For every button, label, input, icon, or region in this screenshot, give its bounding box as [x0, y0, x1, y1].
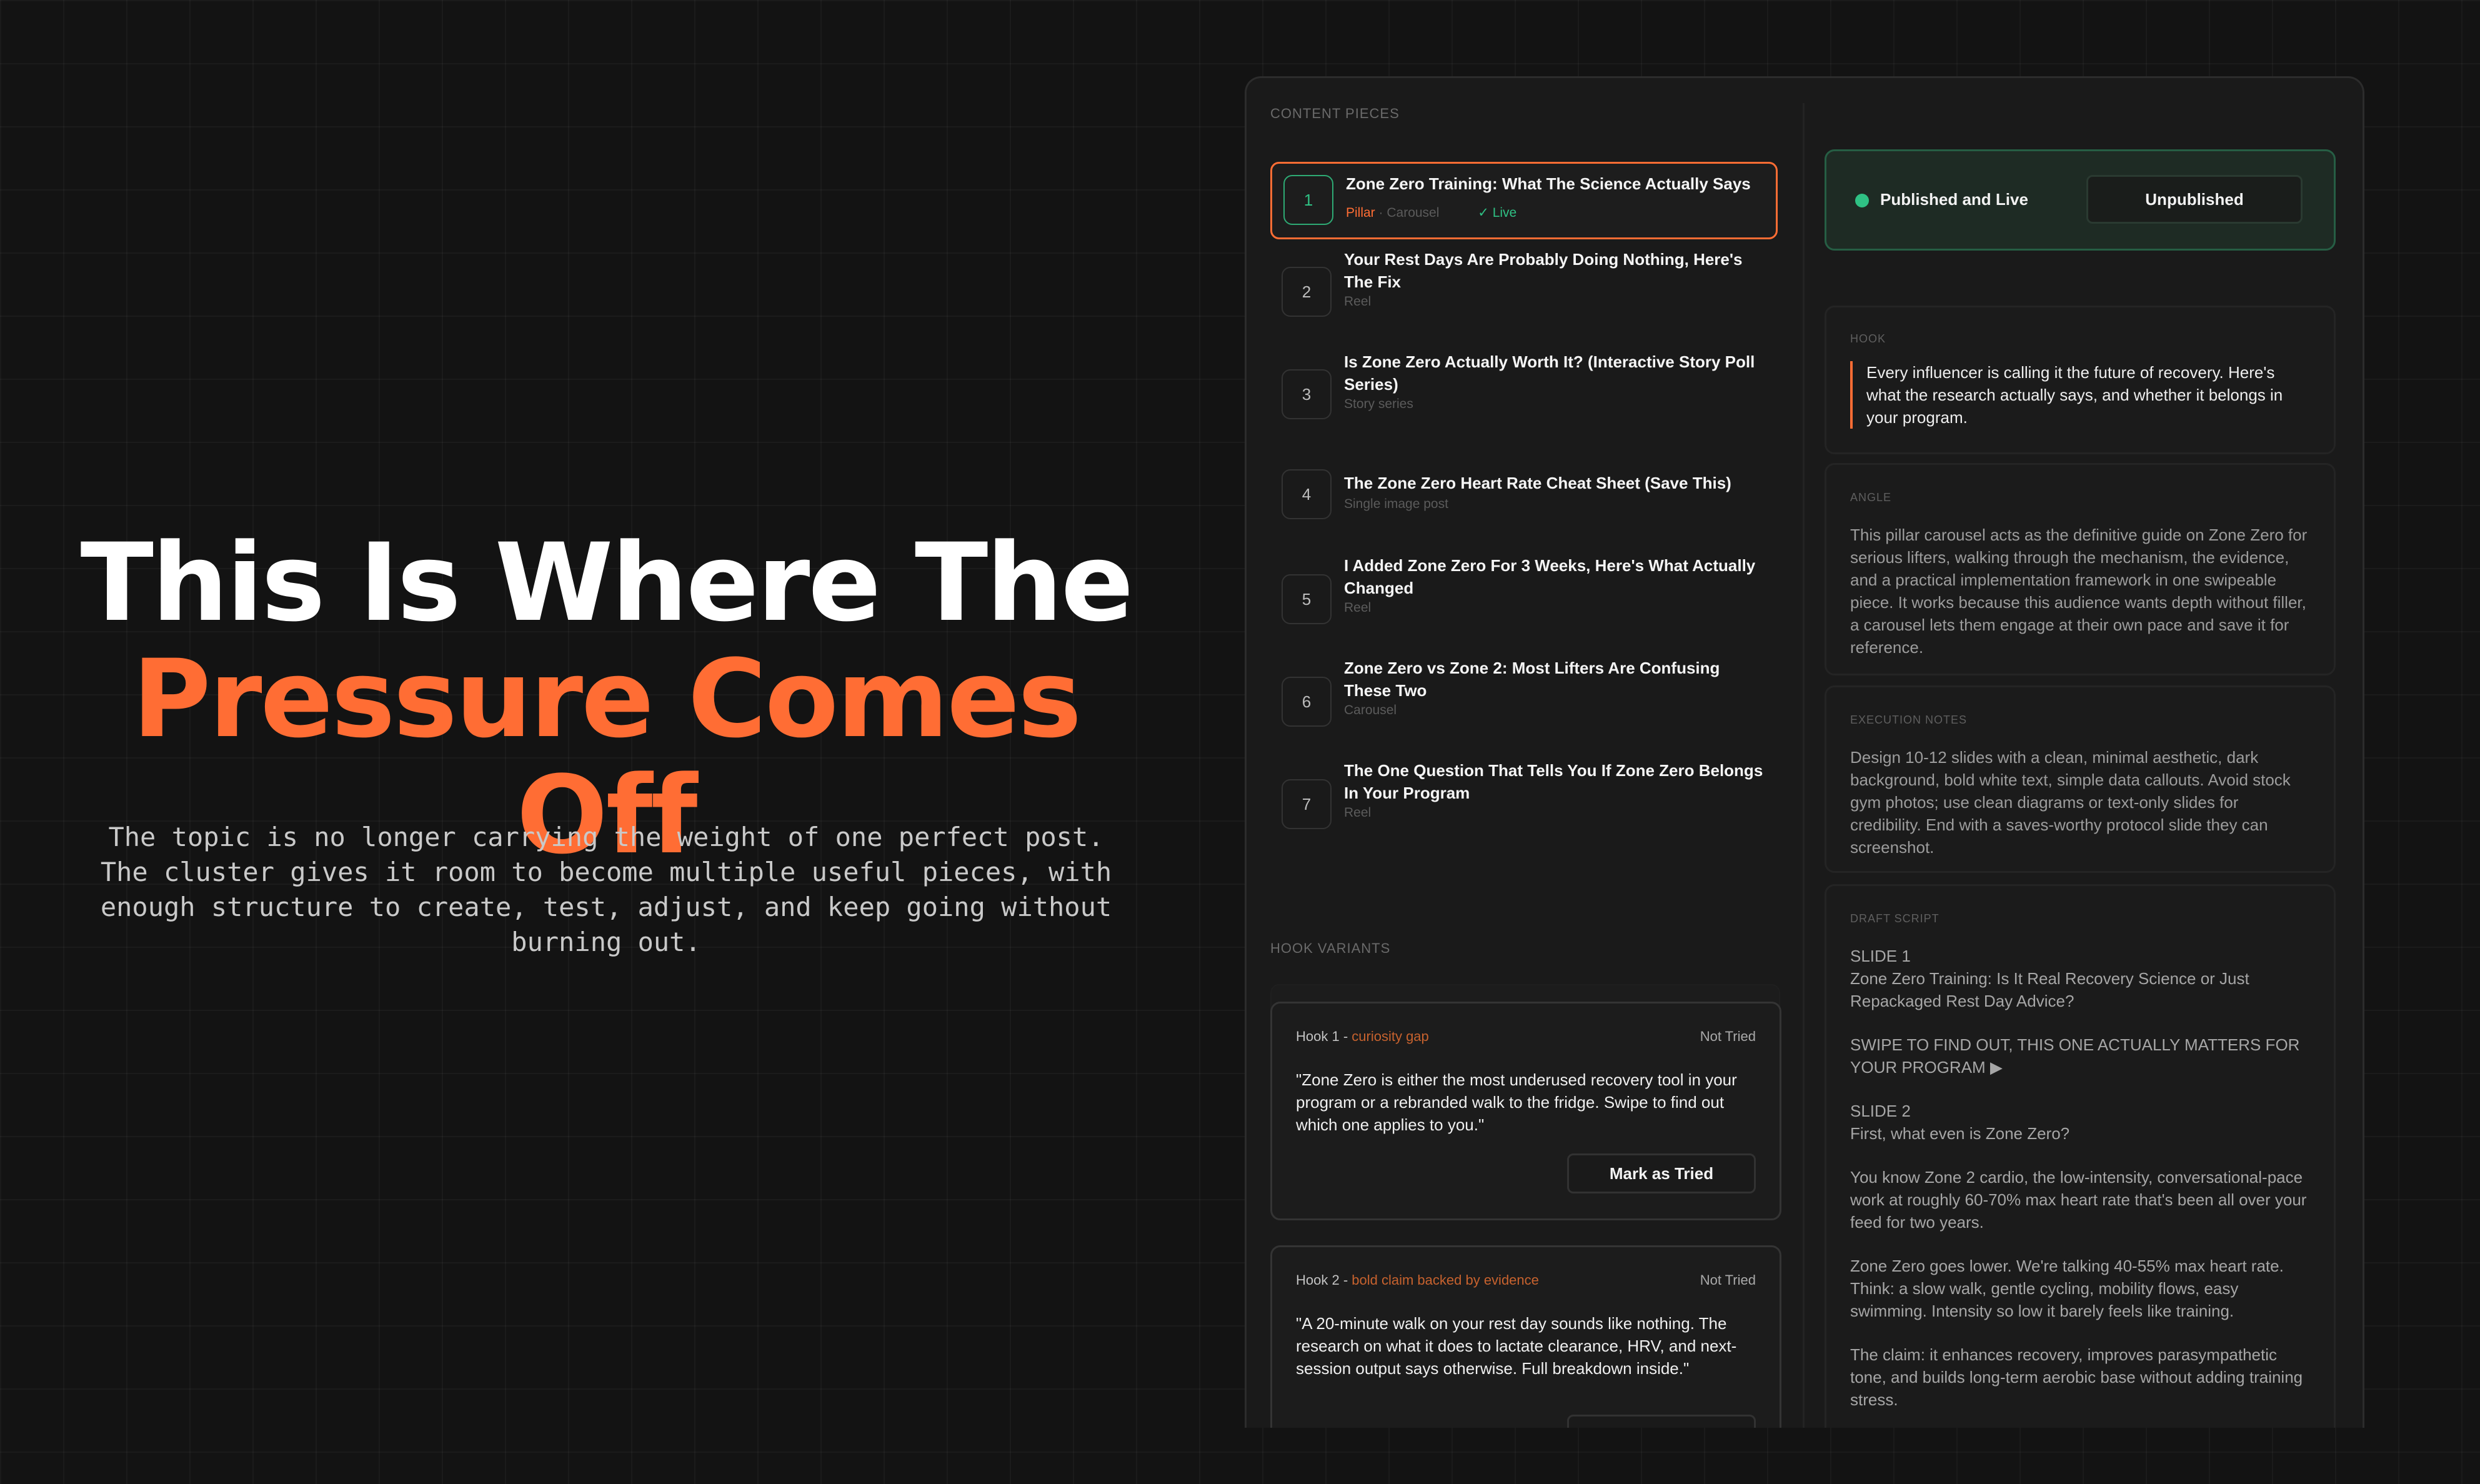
angle-card: ANGLE This pillar carousel acts as the d… — [1825, 463, 2336, 675]
execution-notes-label: EXECUTION NOTES — [1850, 714, 1968, 726]
live-status: ✓ Live — [1478, 206, 1517, 220]
check-icon: ✓ — [1478, 206, 1489, 220]
content-pieces-list: 1 Zone Zero Training: What The Science A… — [1270, 162, 1778, 849]
unpublish-button[interactable]: Unpublished — [2086, 175, 2303, 224]
script-paragraph: You know Zone 2 cardio, the low-intensit… — [1850, 1168, 2307, 1232]
hook-variant-status: Not Tried — [1700, 1272, 1756, 1288]
content-pieces-label: CONTENT PIECES — [1270, 106, 1400, 121]
script-paragraph: SWIPE TO FIND OUT, THIS ONE ACTUALLY MAT… — [1850, 1035, 2300, 1077]
hook-variant-card-1: Hook 1 - curiosity gap Not Tried "Zone Z… — [1270, 1002, 1781, 1220]
content-piece-6[interactable]: 6 Zone Zero vs Zone 2: Most Lifters Are … — [1270, 644, 1778, 744]
content-piece-5[interactable]: 5 I Added Zone Zero For 3 Weeks, Here's … — [1270, 542, 1778, 642]
piece-meta: Pillar · Carousel ✓ Live — [1346, 206, 1517, 220]
content-piece-4[interactable]: 4 The Zone Zero Heart Rate Cheat Sheet (… — [1270, 446, 1778, 539]
publish-status-text: Published and Live — [1880, 190, 2028, 209]
script-paragraph: Zone Zero goes lower. We're talking 40-5… — [1850, 1257, 2284, 1320]
hero-section: This Is Where The Pressure Comes Off The… — [0, 0, 1212, 1484]
hero-title-line1: This Is Where The — [80, 520, 1134, 645]
hook-variant-card-2: Hook 2 - bold claim backed by evidence N… — [1270, 1245, 1781, 1428]
piece-title: Zone Zero Training: What The Science Act… — [1346, 174, 1751, 193]
content-piece-1[interactable]: 1 Zone Zero Training: What The Science A… — [1270, 162, 1778, 239]
piece-type: Single image post — [1344, 497, 1448, 511]
piece-type: Story series — [1344, 397, 1413, 411]
script-paragraph: The claim: it enhances recovery, improve… — [1850, 1345, 2303, 1409]
piece-number: 4 — [1282, 469, 1332, 519]
piece-detail-column: Published and Live Unpublished HOOK Ever… — [1805, 78, 2363, 1428]
piece-type: Reel — [1344, 294, 1372, 309]
hook-variant-heading: Hook 1 - curiosity gap — [1296, 1028, 1429, 1044]
hook-variant-tag: curiosity gap — [1352, 1028, 1429, 1044]
piece-number: 5 — [1282, 574, 1332, 624]
piece-type: Reel — [1344, 805, 1372, 820]
pillar-tag: Pillar — [1346, 206, 1375, 220]
piece-number: 1 — [1283, 175, 1333, 225]
hook-variant-text: "Zone Zero is either the most underused … — [1296, 1070, 1737, 1134]
piece-number: 7 — [1282, 779, 1332, 829]
hook-label: HOOK — [1850, 332, 1886, 345]
piece-number: 3 — [1282, 369, 1332, 419]
piece-type: Carousel — [1387, 206, 1440, 220]
hook-card: HOOK Every influencer is calling it the … — [1825, 306, 2336, 454]
script-paragraph: SLIDE 1 Zone Zero Training: Is It Real R… — [1850, 947, 2249, 1010]
piece-title: I Added Zone Zero For 3 Weeks, Here's Wh… — [1344, 556, 1756, 597]
draft-script-label: DRAFT SCRIPT — [1850, 912, 1940, 925]
script-paragraph: SLIDE 2 First, what even is Zone Zero? — [1850, 1102, 2070, 1143]
piece-title: Your Rest Days Are Probably Doing Nothin… — [1344, 250, 1743, 291]
live-dot-icon — [1855, 194, 1869, 207]
hook-text: Every influencer is calling it the futur… — [1850, 361, 2309, 429]
piece-title: Zone Zero vs Zone 2: Most Lifters Are Co… — [1344, 659, 1720, 700]
content-piece-3[interactable]: 3 Is Zone Zero Actually Worth It? (Inter… — [1270, 343, 1778, 443]
piece-title: Is Zone Zero Actually Worth It? (Interac… — [1344, 352, 1755, 394]
piece-type: Reel — [1344, 600, 1372, 615]
execution-notes-card: EXECUTION NOTES Design 10-12 slides with… — [1825, 685, 2336, 873]
mark-as-tried-button[interactable]: Mark as Tried — [1567, 1415, 1756, 1428]
piece-number: 2 — [1282, 267, 1332, 317]
content-piece-7[interactable]: 7 The One Question That Tells You If Zon… — [1270, 747, 1778, 847]
piece-title: The One Question That Tells You If Zone … — [1344, 761, 1763, 802]
content-pieces-column: CONTENT PIECES 1 Zone Zero Training: Wha… — [1247, 78, 1803, 1428]
piece-type: Carousel — [1344, 703, 1397, 717]
piece-title: The Zone Zero Heart Rate Cheat Sheet (Sa… — [1344, 474, 1731, 492]
publish-status-box: Published and Live Unpublished — [1825, 149, 2336, 251]
content-piece-2[interactable]: 2 Your Rest Days Are Probably Doing Noth… — [1270, 241, 1778, 341]
hero-subtitle: The topic is no longer carrying the weig… — [100, 822, 1112, 957]
mark-as-tried-button[interactable]: Mark as Tried — [1567, 1153, 1756, 1193]
draft-script-body: SLIDE 1 Zone Zero Training: Is It Real R… — [1850, 945, 2309, 1428]
app-panel: CONTENT PIECES 1 Zone Zero Training: Wha… — [1245, 76, 2364, 1428]
draft-script-card: DRAFT SCRIPT SLIDE 1 Zone Zero Training:… — [1825, 884, 2336, 1428]
hook-variant-text: "A 20-minute walk on your rest day sound… — [1296, 1314, 1737, 1378]
piece-number: 6 — [1282, 677, 1332, 727]
hook-variant-tag: bold claim backed by evidence — [1352, 1272, 1539, 1288]
hook-variants-label: HOOK VARIANTS — [1270, 940, 1391, 956]
angle-label: ANGLE — [1850, 491, 1892, 504]
angle-text: This pillar carousel acts as the definit… — [1850, 525, 2308, 657]
hook-variant-status: Not Tried — [1700, 1028, 1756, 1044]
execution-notes-text: Design 10-12 slides with a clean, minima… — [1850, 748, 2291, 857]
hook-variant-heading: Hook 2 - bold claim backed by evidence — [1296, 1272, 1539, 1288]
